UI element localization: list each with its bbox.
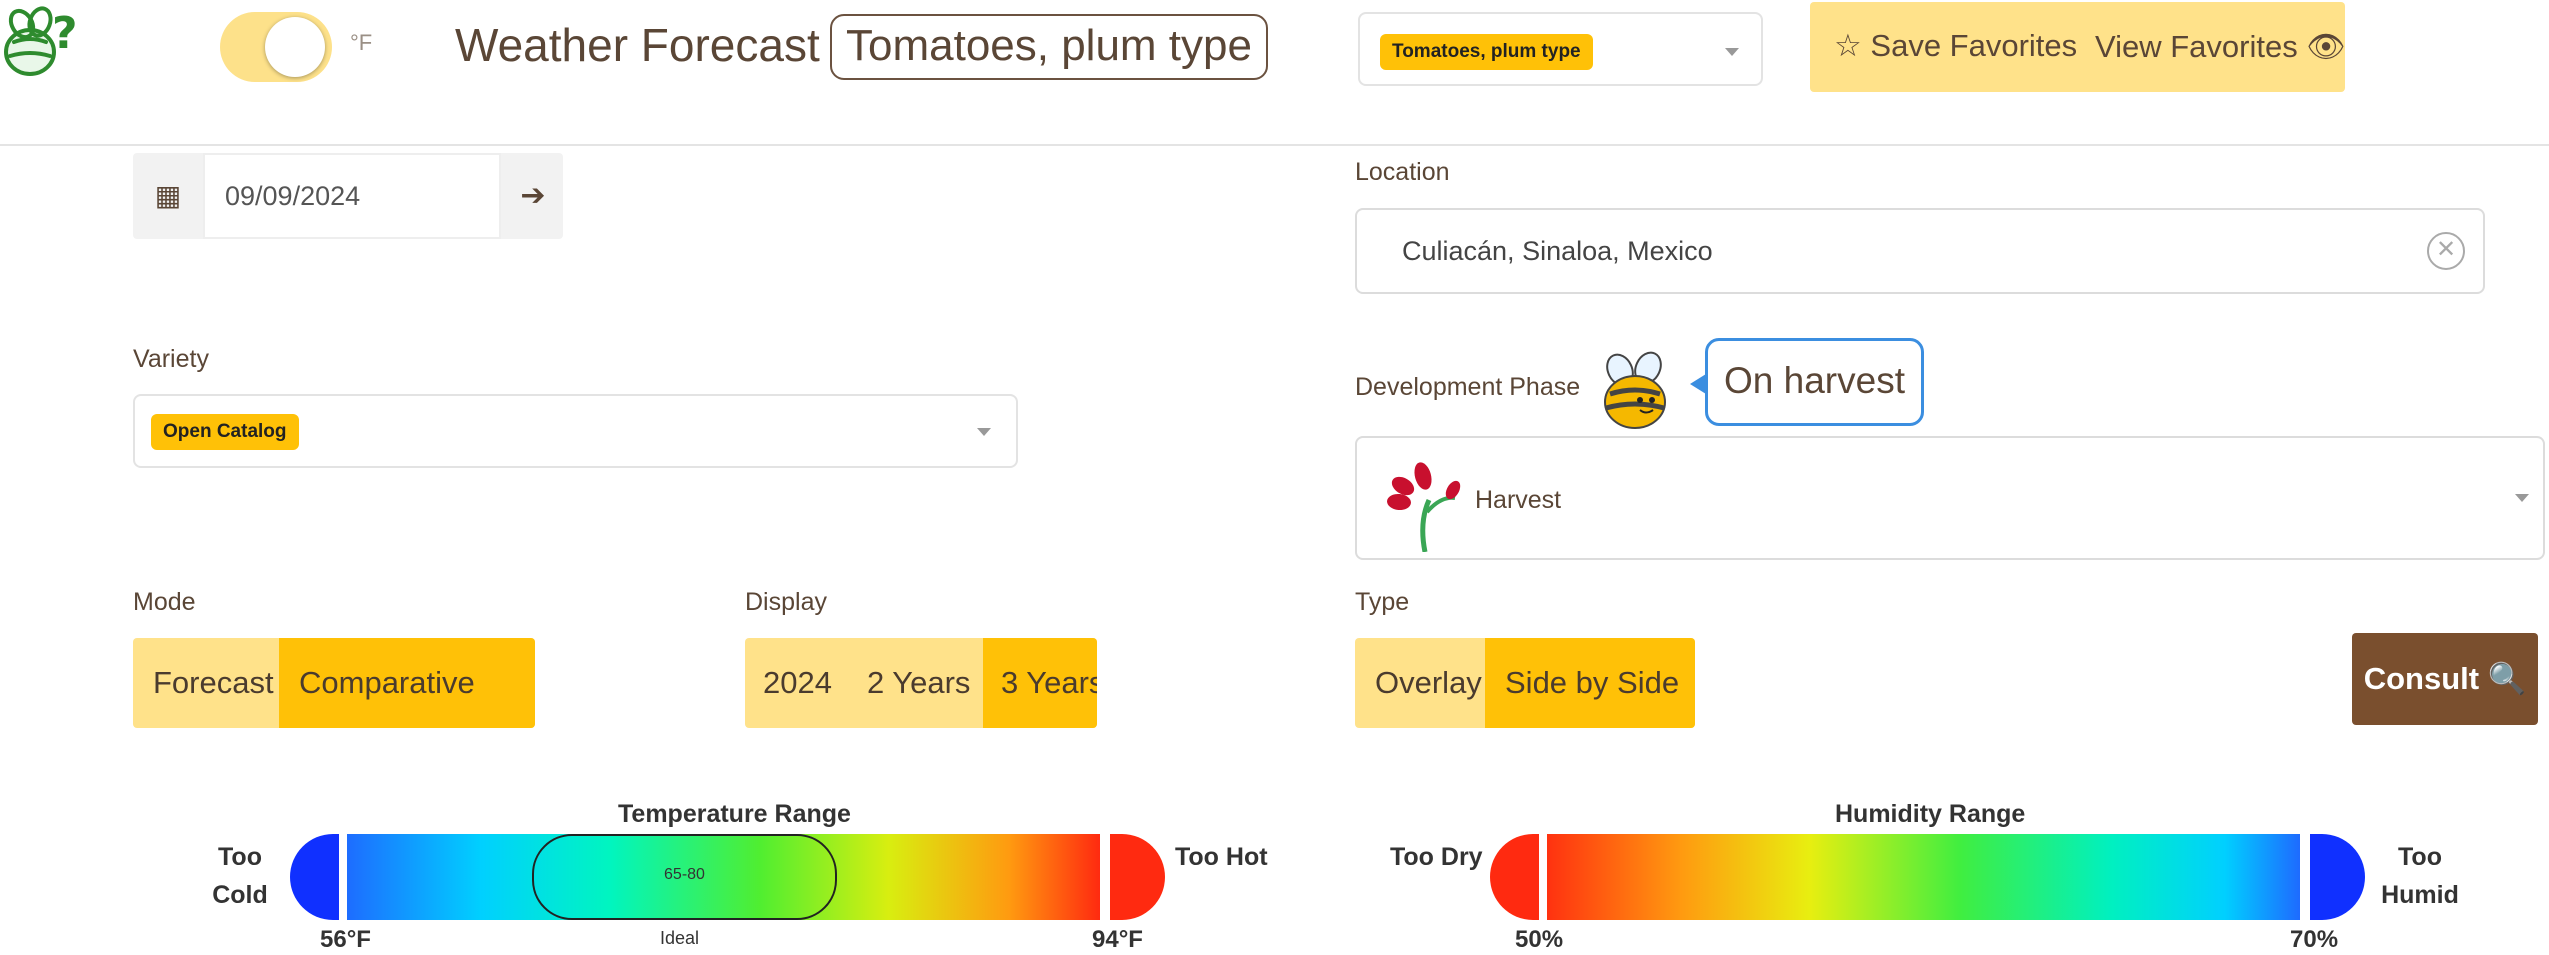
type-side-by-side-button[interactable]: Side by Side <box>1485 638 1695 728</box>
crop-select[interactable]: Tomatoes, plum type <box>1358 12 1763 86</box>
crop-select-value: Tomatoes, plum type <box>1380 34 1593 70</box>
display-2-years-button[interactable]: 2 Years <box>855 638 983 728</box>
temperature-unit-toggle[interactable] <box>220 12 332 82</box>
header-divider <box>0 144 2549 146</box>
too-humid-label: Too Humid <box>2381 843 2459 909</box>
too-dry-label: Too Dry <box>1390 843 1483 871</box>
temperature-max-value: 94°F <box>1092 926 1143 953</box>
temperature-range-title: Temperature Range <box>618 800 851 828</box>
temperature-unit-label: °F <box>350 30 373 55</box>
save-favorites-button[interactable]: ☆ Save Favorites <box>1834 28 2077 64</box>
ideal-temperature-range: 65-80 <box>664 866 705 883</box>
bee-help-logo-icon[interactable]: ? <box>0 0 90 85</box>
too-hot-label: Too Hot <box>1175 843 1268 871</box>
date-picker: ▦ 09/09/2024 ➔ <box>133 153 563 239</box>
humidity-max-value: 70% <box>2290 926 2339 953</box>
ideal-label: Ideal <box>660 928 700 948</box>
humidity-min-value: 50% <box>1515 926 1564 953</box>
date-input[interactable]: 09/09/2024 <box>203 153 501 239</box>
clear-icon[interactable]: ✕ <box>2427 232 2465 270</box>
mode-label: Mode <box>133 588 196 616</box>
chevron-down-icon <box>2515 494 2529 502</box>
location-label: Location <box>1355 158 1450 186</box>
selected-crop-chip: Tomatoes, plum type <box>830 14 1268 80</box>
svg-text:?: ? <box>52 8 78 59</box>
location-value: Culiacán, Sinaloa, Mexico <box>1402 236 1713 266</box>
calendar-icon[interactable]: ▦ <box>133 153 203 239</box>
variety-select-value: Open Catalog <box>151 414 299 450</box>
favorites-bar: ☆ Save Favorites View Favorites 👁 <box>1810 2 2346 92</box>
type-toggle-group: Overlay Side by Side <box>1355 638 1695 728</box>
chevron-down-icon <box>1725 48 1739 56</box>
type-label: Type <box>1355 588 1410 616</box>
harvest-flower-icon <box>1387 462 1461 552</box>
humidity-range-title: Humidity Range <box>1835 800 2026 828</box>
display-toggle-group: 2024 2 Years 3 Years <box>745 638 1097 728</box>
development-phase-select[interactable]: Harvest <box>1355 436 2545 560</box>
consult-button[interactable]: Consult 🔍 <box>2352 633 2538 725</box>
variety-select[interactable]: Open Catalog <box>133 394 1018 468</box>
view-favorites-button[interactable]: View Favorites 👁 <box>2095 28 2346 65</box>
toggle-knob <box>265 17 325 77</box>
temperature-min-value: 56°F <box>320 926 371 953</box>
mode-forecast-button[interactable]: Forecast <box>133 638 279 728</box>
development-phase-value: Harvest <box>1475 486 1562 514</box>
display-label: Display <box>745 588 827 616</box>
ideal-temperature-band: 65-80 <box>532 834 837 920</box>
bee-mascot-icon <box>1604 351 1666 429</box>
display-2024-button[interactable]: 2024 <box>745 638 855 728</box>
development-phase-label: Development Phase <box>1355 373 1581 401</box>
display-3-years-button[interactable]: 3 Years <box>983 638 1097 728</box>
mode-toggle-group: Forecast Comparative <box>133 638 535 728</box>
chevron-down-icon <box>977 428 991 436</box>
bubble-pointer <box>1690 374 1706 394</box>
humidity-gradient-bar <box>1490 834 2365 920</box>
type-overlay-button[interactable]: Overlay <box>1355 638 1485 728</box>
variety-label: Variety <box>133 345 209 373</box>
phase-speech-bubble: On harvest <box>1705 338 1924 426</box>
arrow-right-icon[interactable]: ➔ <box>503 153 563 239</box>
too-cold-label: Too Cold <box>212 843 268 909</box>
location-input[interactable]: Culiacán, Sinaloa, Mexico ✕ <box>1355 208 2485 294</box>
page-title: Weather Forecast <box>455 19 820 71</box>
mode-comparative-button[interactable]: Comparative <box>279 638 535 728</box>
